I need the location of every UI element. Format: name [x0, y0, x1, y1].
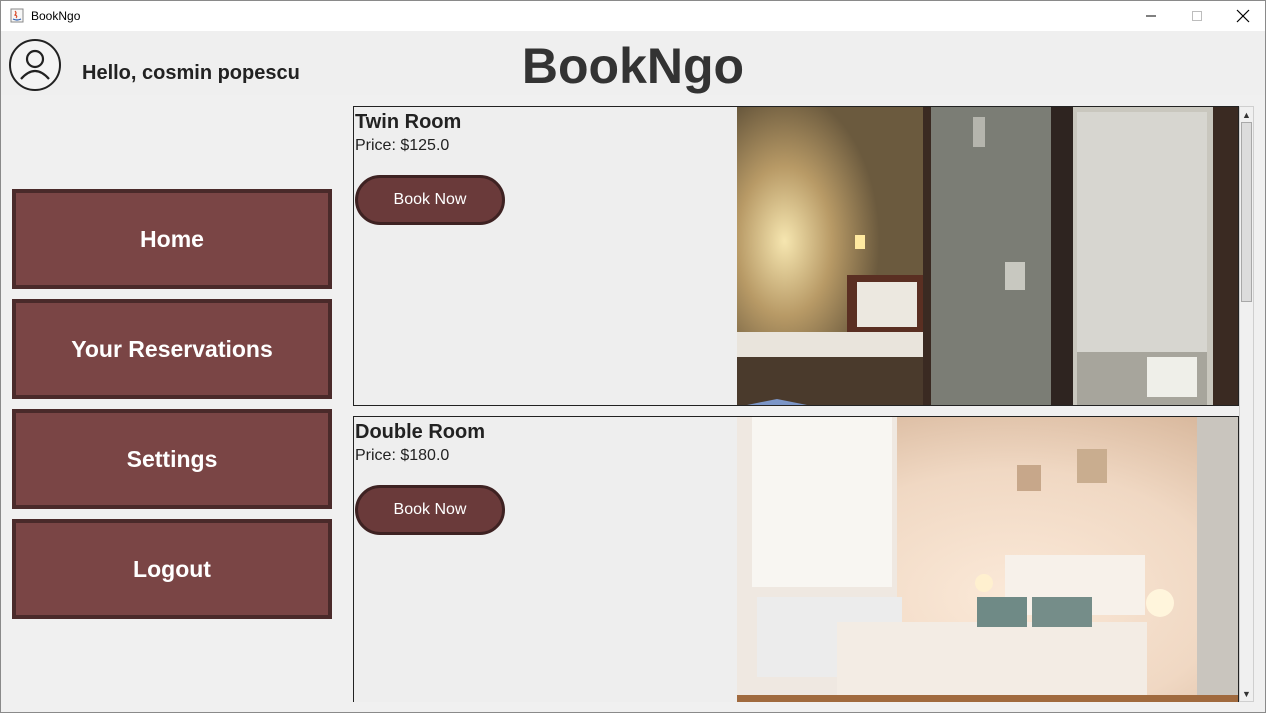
room-price: Price: $125.0 [355, 137, 450, 154]
book-now-button[interactable]: Book Now [355, 485, 505, 535]
room-card-double: Double Room Price: $180.0 Book Now [353, 416, 1239, 702]
sidebar: Home Your Reservations Settings Logout [1, 95, 341, 712]
room-card-twin: Twin Room Price: $125.0 Book Now [353, 106, 1239, 406]
scroll-down-arrow-icon[interactable]: ▼ [1240, 686, 1253, 701]
app-window: BookNgo Hello, cosmin popescu BookNgo Ho… [0, 0, 1266, 713]
app-title-text: BookNgo [521, 38, 745, 94]
vertical-scrollbar[interactable]: ▲ ▼ [1239, 106, 1254, 702]
title-bar: BookNgo [1, 1, 1265, 31]
room-name: Double Room [355, 421, 485, 443]
minimize-icon [1146, 15, 1156, 17]
nav-settings-button[interactable]: Settings [12, 409, 332, 509]
book-now-button[interactable]: Book Now [355, 175, 505, 225]
nav-home-button[interactable]: Home [12, 189, 332, 289]
double-room-photo [737, 417, 1238, 702]
twin-room-image [737, 107, 1238, 405]
maximize-icon [1192, 11, 1202, 21]
close-button[interactable] [1220, 1, 1265, 31]
nav-logout-button[interactable]: Logout [12, 519, 332, 619]
scroll-thumb[interactable] [1241, 122, 1252, 302]
scroll-up-arrow-icon[interactable]: ▲ [1240, 107, 1253, 122]
room-price: Price: $180.0 [355, 447, 450, 464]
double-room-image [737, 417, 1238, 702]
app-header: Hello, cosmin popescu BookNgo [1, 31, 1265, 95]
nav-reservations-button[interactable]: Your Reservations [12, 299, 332, 399]
app-title: BookNgo [1, 37, 1265, 95]
twin-room-photo [737, 107, 1238, 405]
room-name: Twin Room [355, 111, 462, 133]
close-icon [1236, 9, 1250, 23]
maximize-button[interactable] [1174, 1, 1220, 31]
room-list: Twin Room Price: $125.0 Book Now Double … [353, 106, 1239, 702]
minimize-button[interactable] [1128, 1, 1174, 31]
window-title: BookNgo [31, 9, 81, 23]
java-app-icon [10, 8, 24, 23]
